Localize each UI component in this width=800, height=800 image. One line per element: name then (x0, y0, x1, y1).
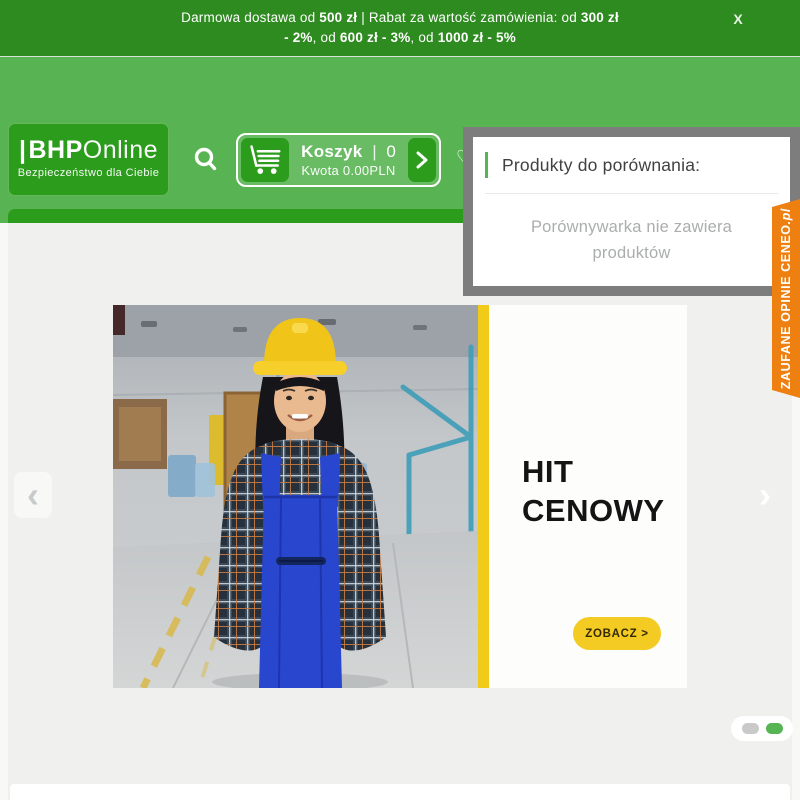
hero-headline-line1: HIT (522, 453, 665, 492)
logo-tagline: Bezpieczeństwo dla Ciebie (9, 167, 168, 179)
hero-headline: HIT CENOWY (522, 453, 665, 531)
cart-count: 0 (386, 142, 395, 161)
logo-bold: BHP (28, 136, 82, 164)
left-gutter (0, 223, 8, 800)
compare-panel-empty-message: Porównywarka nie zawiera produktów (473, 215, 790, 266)
yellow-stripe (478, 305, 489, 688)
compare-panel-body: Produkty do porównania: Porównywarka nie… (473, 137, 790, 286)
carousel-dot[interactable] (742, 723, 759, 734)
close-banner-button[interactable]: X (726, 8, 750, 30)
compare-panel: Produkty do porównania: Porównywarka nie… (463, 127, 800, 296)
hero-headline-line2: CENOWY (522, 492, 665, 531)
cart-widget[interactable]: Koszyk | 0 Kwota 0.00PLN (236, 133, 441, 187)
ceneo-ribbon[interactable]: ZAUFANE OPINIE CENEO.pl (772, 199, 800, 398)
promo-line-0: Darmowa dostawa od 500 zł | Rabat za war… (0, 8, 800, 28)
logo[interactable]: |BHPOnline Bezpieczeństwo dla Ciebie (8, 123, 169, 196)
search-icon (191, 145, 221, 175)
logo-text: |BHPOnline (9, 137, 168, 163)
cart-summary: Koszyk | 0 Kwota 0.00PLN (292, 135, 405, 185)
ribbon-brand: CENEO (779, 224, 793, 271)
cart-icon-box (241, 138, 289, 182)
hero-carousel: HIT CENOWY ZOBACZ > (113, 305, 687, 688)
hero-photo (113, 305, 478, 688)
logo-bar: | (19, 136, 27, 164)
promo-banner: Darmowa dostawa od 500 zł | Rabat za war… (0, 0, 800, 57)
next-arrow-button[interactable]: › (746, 472, 784, 518)
green-accent-bar (485, 152, 488, 178)
ceneo-ribbon-text: ZAUFANE OPINIE CENEO.pl (779, 208, 793, 389)
chevron-right-icon (415, 151, 429, 169)
prev-arrow-button[interactable]: ‹ (14, 472, 52, 518)
carousel-dot[interactable] (766, 723, 783, 734)
cart-expand-button[interactable] (408, 138, 436, 182)
hero-text-panel: HIT CENOWY ZOBACZ > (489, 305, 687, 688)
ribbon-label: ZAUFANE OPINIE (779, 272, 793, 389)
ribbon-tld: .pl (779, 208, 793, 224)
logo-light: Online (83, 136, 158, 164)
compare-panel-title: Produkty do porównania: (502, 155, 700, 176)
cart-icon (246, 142, 284, 178)
bottom-section-card (10, 784, 790, 800)
cart-separator: | (372, 142, 376, 161)
search-button[interactable] (191, 145, 221, 175)
divider (485, 193, 778, 194)
cart-label: Koszyk (301, 142, 362, 161)
cta-button[interactable]: ZOBACZ > (573, 617, 661, 650)
cart-amount: Kwota 0.00PLN (301, 163, 395, 178)
carousel-dots (731, 716, 793, 741)
promo-line-1: - 2%, od 600 zł - 3%, od 1000 zł - 5% (0, 28, 800, 48)
page: Darmowa dostawa od 500 zł | Rabat za war… (0, 0, 800, 800)
